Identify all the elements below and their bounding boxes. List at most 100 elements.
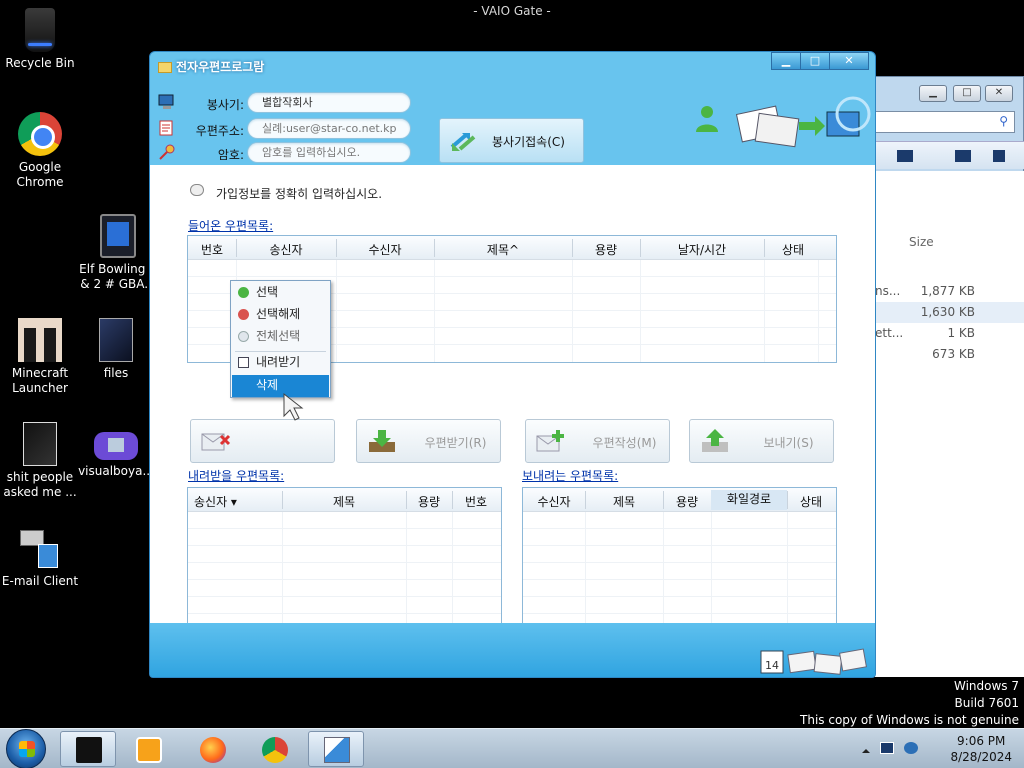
column-header-datetime[interactable]: 날자/시간: [640, 241, 764, 258]
list-item[interactable]: 673 KB: [875, 344, 1024, 365]
download-table-header: 송신자 ▾ 제목 용량 번호: [188, 488, 501, 512]
email-client-icon: [324, 737, 350, 763]
table-row[interactable]: [523, 563, 836, 580]
taskbar-button-firefox[interactable]: [184, 731, 240, 767]
column-header-subject[interactable]: 제목: [585, 493, 663, 510]
desktop-icon-minecraft-launcher[interactable]: Minecraft Launcher: [0, 318, 80, 396]
help-icon[interactable]: [993, 150, 1005, 162]
close-button[interactable]: ✕: [829, 52, 869, 70]
outbox-tray-icon: [702, 429, 728, 452]
menu-item-select-all[interactable]: 전체선택: [232, 326, 329, 348]
column-header-status[interactable]: 상태: [787, 493, 835, 510]
clock-date: 8/28/2024: [950, 750, 1012, 764]
maximize-button[interactable]: □: [800, 52, 830, 70]
close-button[interactable]: ✕: [985, 85, 1013, 102]
show-hidden-icons-icon[interactable]: [862, 744, 870, 753]
menu-item-delete[interactable]: 삭제: [232, 375, 329, 397]
menu-item-download[interactable]: 내려받기: [232, 352, 329, 374]
folder-icon: [158, 62, 172, 73]
column-header-recipient[interactable]: 수신자: [336, 241, 434, 258]
column-header-status[interactable]: 상태: [764, 241, 822, 258]
desktop-icon-files[interactable]: files: [76, 318, 156, 381]
table-row[interactable]: [523, 546, 836, 563]
desktop-icon-label: Google Chrome: [16, 160, 64, 189]
black-box-icon: [76, 737, 102, 763]
taskbar-button-black-app[interactable]: [60, 731, 116, 767]
explorer-titlebar[interactable]: ▁ □ ✕: [861, 77, 1023, 111]
column-header-sender[interactable]: 송신자 ▾: [188, 493, 280, 510]
column-header-size[interactable]: 용량: [572, 241, 640, 258]
table-row[interactable]: [523, 580, 836, 597]
desktop-icon-elf-bowling[interactable]: Elf Bowling 1 & 2 # GBA...: [78, 214, 158, 292]
server-label: 봉사기:: [206, 98, 244, 112]
taskbar-button-email-client[interactable]: [308, 731, 364, 767]
start-button[interactable]: [6, 729, 46, 768]
column-header-size[interactable]: 용량: [406, 493, 452, 510]
desktop-icon-google-chrome[interactable]: Google Chrome: [0, 112, 80, 190]
column-header-size[interactable]: 용량: [663, 493, 711, 510]
desktop-icon-shit-people-asked-me[interactable]: shit people asked me ...: [0, 422, 80, 500]
list-item[interactable]: ns... 1,877 KB: [875, 281, 1024, 302]
inbox-list-title: 들어온 우편목록:: [188, 219, 274, 233]
explorer-window-background[interactable]: ▁ □ ✕ ⚲ Size ns... 1,877 KB 1,630 KB ett…: [860, 76, 1024, 677]
desktop-icon-recycle-bin[interactable]: Recycle Bin: [0, 8, 80, 71]
folder-icon: [23, 422, 57, 466]
preview-pane-icon[interactable]: [955, 150, 971, 162]
file-name: ett...: [875, 326, 904, 340]
column-header-file-path[interactable]: 화일경로: [711, 490, 787, 510]
column-header-size[interactable]: Size: [909, 235, 934, 249]
column-header-sender[interactable]: 송신자: [236, 241, 336, 258]
watermark-line: Windows 7: [953, 679, 1019, 693]
password-label: 암호:: [217, 148, 244, 162]
minimize-button[interactable]: ▁: [771, 52, 801, 70]
delete-mail-icon: [201, 433, 231, 451]
table-row[interactable]: [523, 597, 836, 614]
table-row[interactable]: [523, 529, 836, 546]
column-header-subject[interactable]: 제목: [282, 493, 406, 510]
send-mail-button[interactable]: 보내기(S): [689, 419, 834, 463]
column-header-subject[interactable]: 제목^: [434, 241, 572, 258]
compose-mail-button[interactable]: 우편작성(M): [525, 419, 670, 463]
table-row[interactable]: [188, 546, 501, 563]
maximize-button[interactable]: □: [953, 85, 981, 102]
search-icon[interactable]: ⚲: [999, 114, 1008, 128]
column-header-number[interactable]: 번호: [188, 241, 236, 258]
column-header-recipient[interactable]: 수신자: [523, 493, 585, 510]
table-row[interactable]: [188, 563, 501, 580]
window-controls: ▁ □ ✕: [771, 52, 869, 70]
menu-item-deselect[interactable]: 선택해제: [232, 304, 329, 326]
table-row[interactable]: [188, 512, 501, 529]
delete-mail-button[interactable]: [190, 419, 335, 463]
menu-item-select[interactable]: 선택: [232, 282, 329, 304]
connect-server-button[interactable]: 봉사기접속(C): [439, 118, 584, 163]
taskbar-button-media-player[interactable]: [120, 731, 176, 767]
table-row[interactable]: [188, 260, 836, 277]
volume-icon[interactable]: [904, 742, 918, 754]
minimize-button[interactable]: ▁: [919, 85, 947, 102]
column-header-number[interactable]: 번호: [452, 493, 500, 510]
desktop-icon-email-client[interactable]: E-mail Client: [0, 526, 80, 589]
taskbar-clock[interactable]: 9:06 PM 8/28/2024: [950, 733, 1012, 765]
network-icon[interactable]: [880, 742, 894, 754]
desktop-icon-label: Elf Bowling 1 & 2 # GBA...: [79, 262, 157, 291]
view-icon[interactable]: [897, 150, 913, 162]
table-row[interactable]: [188, 580, 501, 597]
explorer-search-box[interactable]: ⚲: [875, 111, 1015, 133]
desktop-icon-visualboyadvance[interactable]: visualboya...: [76, 422, 156, 479]
receive-mail-button[interactable]: 우편받기(R): [356, 419, 501, 463]
table-row[interactable]: [188, 597, 501, 614]
server-field[interactable]: 별합작회사: [247, 92, 411, 113]
list-item[interactable]: ett... 1 KB: [875, 323, 1024, 344]
table-row[interactable]: [523, 512, 836, 529]
table-row[interactable]: [188, 529, 501, 546]
list-item[interactable]: 1,630 KB: [875, 302, 1024, 323]
send-list-title: 보내려는 우편목록:: [522, 469, 619, 483]
password-field[interactable]: 암호를 입력하십시오.: [247, 142, 411, 163]
speech-bubble-icon: [190, 184, 204, 196]
key-icon: [159, 144, 175, 160]
windows-not-genuine-watermark: Windows 7 Build 7601 This copy of Window…: [800, 678, 1019, 729]
desktop-icon-label: Recycle Bin: [5, 56, 75, 70]
email-address-field[interactable]: 실례:user@star-co.net.kp: [247, 118, 411, 139]
desktop-icon-label: visualboya...: [78, 464, 154, 478]
taskbar-button-chrome[interactable]: [246, 731, 302, 767]
